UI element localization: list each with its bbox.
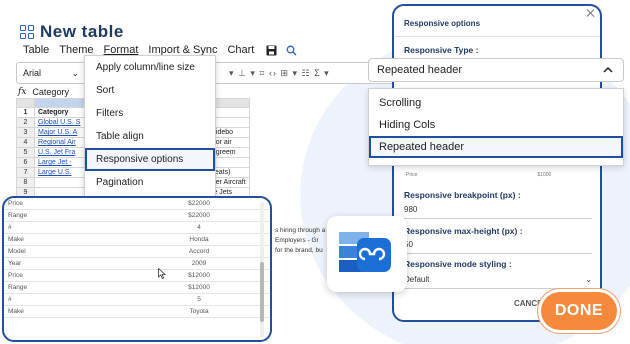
format-dropdown-menu: Apply column/line size Sort Filters Tabl… — [84, 55, 216, 205]
menu-chart[interactable]: Chart — [222, 42, 259, 58]
row-number: 4 — [16, 137, 35, 148]
option-hiding-cols[interactable]: Hiding Cols — [369, 114, 623, 136]
formula-bar: fx Category — [18, 87, 69, 97]
page-title: New table — [40, 22, 124, 41]
save-icon[interactable] — [263, 42, 279, 58]
list-item: Model Accord — [4, 246, 270, 258]
menu-item-table-align[interactable]: Table align — [85, 125, 215, 148]
menu-item-pagination[interactable]: Pagination — [85, 171, 215, 194]
cell[interactable] — [34, 177, 89, 188]
breakpoint-label: Responsive breakpoint (px) : — [404, 190, 521, 200]
close-icon[interactable] — [586, 8, 596, 18]
maxheight-input[interactable]: 50 — [404, 236, 592, 254]
cell[interactable]: Regional Air — [34, 137, 89, 148]
scrollbar-thumb[interactable] — [260, 262, 264, 322]
row-number: 8 — [16, 177, 35, 188]
row-number: 7 — [16, 167, 35, 178]
list-item: Price $22000 — [4, 198, 270, 210]
menu-item-apply-size[interactable]: Apply column/line size — [85, 56, 215, 79]
title-row: New table — [20, 22, 124, 42]
mobile-preview-card: Price $22000 Range $22000 #4 Make Honda Mod… — [2, 196, 272, 342]
list-item: Range $22000 — [4, 210, 270, 222]
row-number: 2 — [16, 117, 35, 128]
table-grid-icon — [20, 25, 34, 39]
menu-table[interactable]: Table — [18, 42, 54, 58]
option-scrolling[interactable]: Scrolling — [369, 92, 623, 114]
row-number: 6 — [16, 157, 35, 168]
column-header-a[interactable] — [34, 98, 89, 108]
responsive-type-options: Scrolling Hiding Cols Repeated header — [368, 88, 624, 166]
panel-title: Responsive options — [404, 19, 481, 28]
cell[interactable]: Large U.S. — [34, 167, 89, 178]
row-number: 5 — [16, 147, 35, 158]
cell[interactable]: Large Jet - — [34, 157, 89, 168]
formula-input[interactable]: Category — [32, 87, 69, 97]
mouse-cursor-icon — [158, 267, 167, 281]
row-number: 3 — [16, 127, 35, 138]
app-logo-icon — [339, 232, 391, 272]
list-item: Price $12000 — [4, 270, 270, 282]
scrollbar[interactable] — [260, 202, 264, 338]
font-select[interactable]: Arial ⌄ — [17, 68, 85, 79]
chevron-up-icon — [603, 64, 613, 76]
font-select-value: Arial — [23, 67, 42, 78]
background-table-text: s hiring through a Employers - Gr for th… — [275, 227, 326, 254]
styling-select-value: Default — [404, 275, 430, 284]
option-repeated-header[interactable]: Repeated header — [369, 136, 623, 158]
divider — [394, 36, 600, 37]
layout-thumbnail: Price $1000 — [406, 172, 552, 178]
styling-select[interactable]: Default ⌄ — [404, 271, 592, 289]
chevron-down-icon: ⌄ — [71, 67, 79, 78]
cell[interactable]: Category — [34, 107, 89, 118]
chevron-down-icon: ⌄ — [585, 275, 592, 284]
list-item: #5 — [4, 294, 270, 306]
styling-label: Responsive mode styling : — [404, 259, 512, 269]
menu-item-responsive-options[interactable]: Responsive options — [85, 148, 215, 171]
maxheight-label: Responsive max-height (px) : — [404, 226, 523, 236]
formatting-toolbar: Arial ⌄ ▾ ⊥ ▾ ⌗ ‹› ⊞ ▾ ☷ Σ ▾ — [16, 62, 424, 84]
app-logo — [327, 216, 407, 292]
menu-item-filters[interactable]: Filters — [85, 102, 215, 125]
done-button[interactable]: DONE — [538, 289, 620, 333]
list-item: Year 2009 — [4, 258, 270, 270]
menu-item-sort[interactable]: Sort — [85, 79, 215, 102]
list-item: Make Honda — [4, 234, 270, 246]
list-item: #4 — [4, 222, 270, 234]
breakpoint-input[interactable]: 980 — [404, 201, 592, 219]
responsive-type-select[interactable]: Repeated header — [368, 58, 624, 82]
responsive-type-value: Repeated header — [377, 64, 463, 76]
list-item: Make Toyota — [4, 306, 270, 318]
toolbar-tools-icons[interactable]: ▾ ⊥ ▾ ⌗ ‹› ⊞ ▾ ☷ Σ ▾ — [229, 68, 330, 79]
search-icon[interactable] — [283, 42, 299, 58]
cell[interactable]: Major U.S. A — [34, 127, 89, 138]
function-icon: fx — [18, 87, 27, 97]
cell[interactable]: U.S. Jet Fra — [34, 147, 89, 158]
responsive-type-label: Responsive Type : — [404, 45, 479, 55]
cell[interactable]: Global U.S. S — [34, 117, 89, 128]
row-number: 1 — [16, 107, 35, 118]
list-item: Range $12000 — [4, 282, 270, 294]
